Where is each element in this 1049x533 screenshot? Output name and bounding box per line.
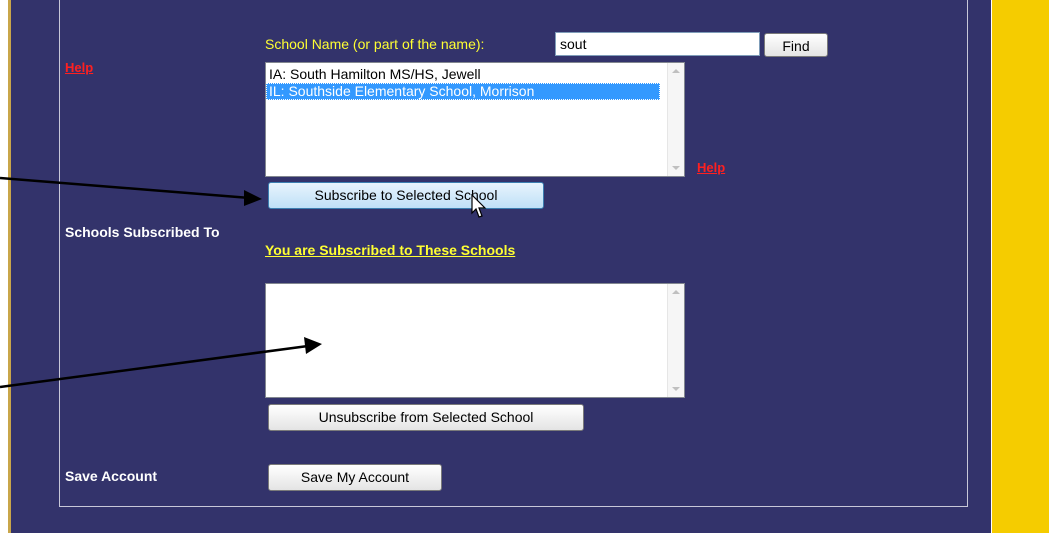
- mouse-pointer-icon: [471, 194, 487, 218]
- annotation-arrowhead: [244, 190, 262, 206]
- annotation-arrow-icon: [0, 344, 309, 389]
- annotation-arrow-icon: [0, 176, 251, 200]
- annotation-arrowhead: [304, 337, 322, 354]
- screen: Help School Name (or part of the name): …: [0, 0, 1049, 533]
- annotation-arrows: [0, 176, 322, 389]
